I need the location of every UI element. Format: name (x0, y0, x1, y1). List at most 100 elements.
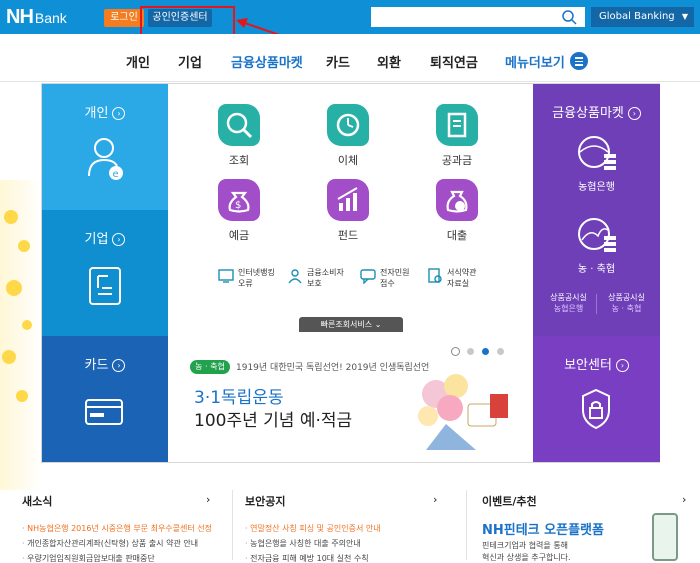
card-panel-title: 카드 (84, 358, 109, 373)
security-panel-title: 보안센터 (564, 358, 612, 373)
market-panel-header[interactable]: 금융상품마켓 › (533, 102, 660, 121)
building-icon (89, 267, 121, 305)
news-item[interactable]: 개인종합자산관리계좌(신탁형) 상품 출시 약관 안내 (22, 538, 198, 549)
divider (232, 490, 233, 560)
service-utility-bill[interactable]: 공과금 (426, 104, 488, 168)
event-description: 핀테크기업과 협력을 통해 (482, 541, 569, 550)
nav-more-menu[interactable]: 메뉴더보기 (505, 52, 565, 71)
coop-disclosure-link[interactable]: 상품공시실 농 · 축협 (599, 292, 654, 314)
corporate-panel[interactable]: 기업 › (42, 210, 168, 336)
market-item-label: 농 · 축협 (577, 264, 616, 275)
event-headline[interactable]: NH핀테크 오픈플랫폼 (482, 519, 604, 538)
small-service-label: 오류 (238, 279, 253, 288)
bottom-section: 새소식 › NH농협은행 2016년 시중은행 부문 최우수콜센터 선정 개인종… (0, 483, 700, 563)
small-service-label: 인터넷뱅킹 (238, 268, 275, 277)
nav-product-market[interactable]: 금융상품마켓 (231, 52, 303, 71)
security-notice-item[interactable]: 전자금융 피해 예방 10대 실천 수칙 (245, 553, 369, 563)
market-panel-title: 금융상품마켓 (552, 106, 624, 121)
service-label: 조회 (228, 154, 250, 167)
event-column: 이벤트/추천 › NH핀테크 오픈플랫폼 핀테크기업과 협력을 통해 혁신과 상… (482, 483, 692, 563)
nh-bank-disclosure-link[interactable]: 상품공시실 농협은행 (541, 292, 596, 314)
warning-monitor-icon (218, 269, 234, 283)
service-deposit[interactable]: $ 예금 (208, 179, 270, 243)
top-bar: NH Bank 로그인 공인인증센터 Global Banking ▼ (0, 0, 700, 34)
chevron-right-icon: › (112, 107, 126, 120)
magnifier-icon (226, 112, 253, 139)
carousel-dot[interactable] (497, 348, 504, 355)
news-title[interactable]: 새소식 (22, 493, 52, 509)
chevron-right-icon: › (627, 107, 641, 120)
small-service-label: 접수 (380, 279, 395, 288)
chevron-right-icon: › (615, 359, 629, 372)
service-label: 대출 (446, 229, 468, 242)
market-item-label: 농협은행 (578, 182, 615, 193)
security-notice-item[interactable]: 연말정산 사칭 피싱 및 공인인증서 안내 (245, 523, 380, 534)
nav-individual[interactable]: 개인 (126, 52, 150, 71)
carousel-dot[interactable] (467, 348, 474, 355)
event-description-2: 혁신과 상생을 추구합니다. (482, 553, 571, 562)
quick-inquiry-toggle[interactable]: 빠른조회서비스 ⌄ (299, 317, 403, 332)
search-icon[interactable] (561, 9, 577, 25)
global-banking-select[interactable]: Global Banking ▼ (591, 7, 694, 27)
consumer-protection-link[interactable]: 금융소비자보호 (287, 267, 344, 289)
coin-bag-icon (446, 190, 468, 213)
chevron-right-icon: › (112, 359, 126, 372)
search-input[interactable] (371, 7, 585, 27)
nav-pension[interactable]: 퇴직연금 (430, 52, 478, 71)
banner-subtitle: 1919년 대한민국 독립선언! 2019년 인생독립선언 (236, 363, 430, 373)
individual-panel-title: 개인 (84, 106, 109, 121)
product-market-panel: 금융상품마켓 › 농협은행 농 · 축협 상품공시실 농협은행 상품공시실 농 · 축… (533, 84, 660, 336)
small-service-label: 서식약관 (447, 268, 477, 277)
main-nav (0, 34, 700, 82)
chevron-right-icon[interactable]: › (206, 493, 210, 506)
nh-bank-logo[interactable]: NH Bank (6, 7, 67, 28)
e-complaint-link[interactable]: 전자민원 접수 (360, 267, 409, 289)
security-notice-column: 보안공지 › 연말정산 사칭 피싱 및 공인인증서 안내 농협은행을 사칭한 대… (245, 483, 445, 563)
service-inquiry[interactable]: 조회 (208, 104, 270, 168)
disclosure-sub: 농협은행 (553, 304, 584, 313)
svg-text:$: $ (235, 200, 241, 211)
security-notice-item[interactable]: 농협은행을 사칭한 대출 주의안내 (245, 538, 361, 549)
internet-banking-error-link[interactable]: 인터넷뱅킹오류 (218, 267, 275, 289)
chevron-right-icon[interactable]: › (682, 493, 686, 506)
login-button[interactable]: 로그인 (104, 9, 144, 27)
divider (466, 490, 467, 560)
chevron-down-icon: ▼ (681, 12, 688, 21)
small-service-label: 보호 (307, 279, 322, 288)
banner-title: 3·1독립운동 (194, 388, 284, 408)
nav-forex[interactable]: 외환 (377, 52, 401, 71)
document-search-icon (428, 268, 442, 283)
coop-market-link[interactable]: 농 · 축협 (533, 214, 660, 275)
event-title[interactable]: 이벤트/추천 (482, 493, 537, 509)
pause-icon[interactable] (451, 347, 460, 356)
news-item[interactable]: 우량기업임직원회금압보대출 판매중단 (22, 553, 155, 563)
forms-terms-link[interactable]: 서식약관 자료실 (427, 267, 476, 289)
receipt-icon (447, 112, 467, 138)
card-panel[interactable]: 카드 › (42, 336, 168, 462)
globe-coins-icon (577, 136, 616, 170)
news-item[interactable]: NH농협은행 2016년 시중은행 부문 최우수콜센터 선정 (22, 523, 212, 534)
carousel-dot-active[interactable] (482, 348, 489, 355)
nav-corporate[interactable]: 기업 (178, 52, 202, 71)
small-service-label: 금융소비자 (307, 268, 344, 277)
service-loan[interactable]: 대출 (426, 179, 488, 243)
service-fund[interactable]: 펀드 (317, 179, 379, 243)
hamburger-icon[interactable] (570, 52, 588, 70)
svg-text:e: e (113, 169, 119, 180)
divider (596, 294, 597, 314)
promo-banner[interactable]: 농 · 축협 1919년 대한민국 독립선언! 2019년 인생독립선언 3·1… (168, 336, 533, 462)
service-transfer[interactable]: 이체 (317, 104, 379, 168)
security-notice-title[interactable]: 보안공지 (245, 493, 285, 509)
chevron-right-icon[interactable]: › (433, 493, 437, 506)
chevron-down-icon: ⌄ (374, 320, 382, 329)
nav-card[interactable]: 카드 (326, 52, 350, 71)
credit-card-icon (85, 399, 123, 425)
person-shield-icon (288, 269, 302, 284)
security-center-panel[interactable]: 보안센터 › (533, 336, 660, 462)
chat-bubble-icon (360, 269, 376, 284)
individual-panel[interactable]: 개인 › e (42, 84, 168, 210)
money-bag-icon: $ (228, 191, 250, 213)
corporate-panel-title: 기업 (84, 232, 109, 247)
banner-title-2: 100주년 기념 예·적금 (194, 411, 353, 431)
nh-bank-market-link[interactable]: 농협은행 (533, 132, 660, 193)
